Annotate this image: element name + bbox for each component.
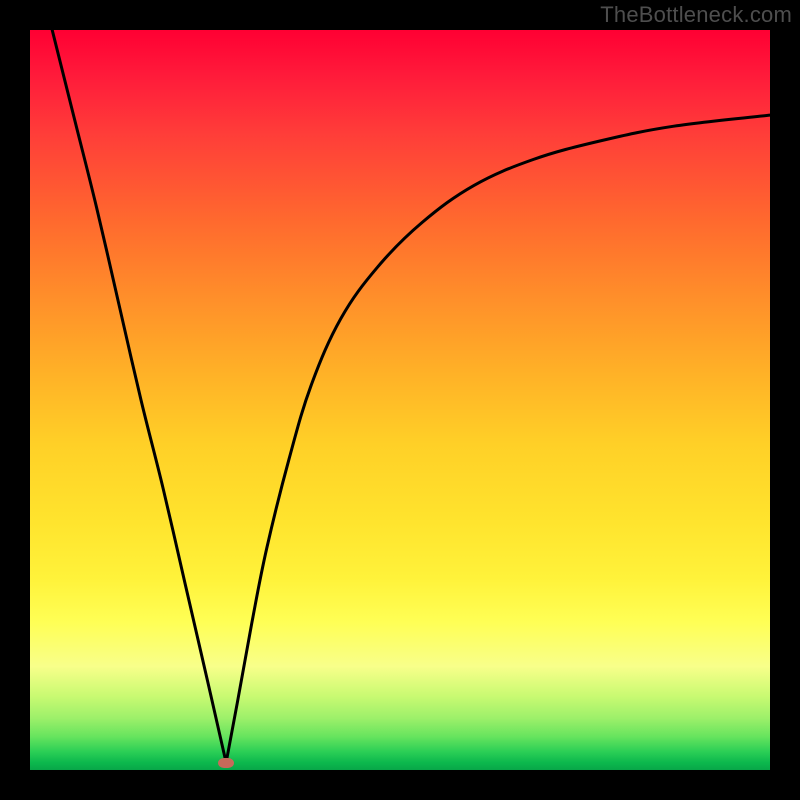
plot-area: [30, 30, 770, 770]
watermark-text: TheBottleneck.com: [600, 2, 792, 28]
optimum-marker: [218, 758, 234, 768]
bottleneck-curve: [30, 30, 770, 770]
curve-path: [52, 30, 770, 763]
chart-container: TheBottleneck.com: [0, 0, 800, 800]
